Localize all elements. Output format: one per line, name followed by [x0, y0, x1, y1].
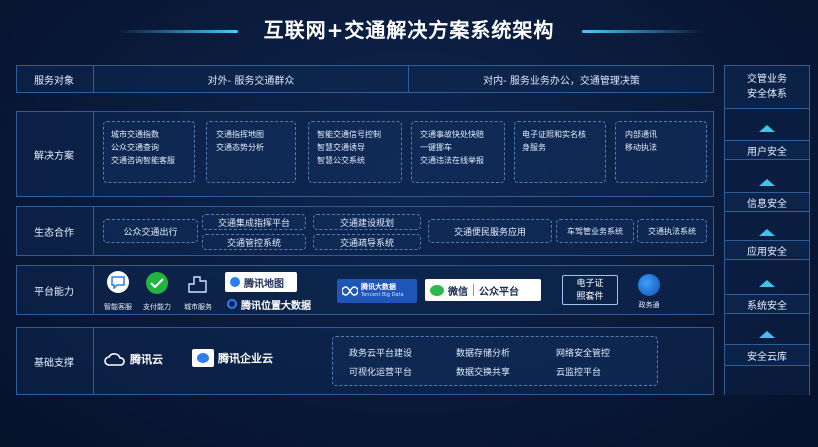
solution-item: 交通指挥地图	[216, 130, 264, 139]
service-internal: 对内- 服务业务办公，交通管理决策	[483, 75, 640, 87]
eco-public-transit: 公众交通出行	[103, 219, 198, 243]
city-service-icon	[186, 271, 210, 295]
solution-item: 交通咨询智能客服	[111, 156, 175, 165]
security-header-line2: 安全体系	[747, 89, 787, 100]
payment-caption: 支付能力	[143, 303, 171, 311]
foundation-divider	[93, 327, 94, 395]
eco-construction-planning: 交通建设规划	[313, 214, 421, 230]
platform-row-label: 平台能力	[34, 286, 74, 298]
arrow-up-icon	[759, 331, 775, 338]
ecosystem-divider	[93, 206, 94, 256]
solution-item: 智慧交通诱导	[317, 143, 365, 152]
foundation-row-label: 基础支撑	[34, 357, 74, 369]
gov-pass-caption: 政务通	[638, 301, 660, 309]
security-item-app: 应用安全	[724, 240, 810, 260]
solution-box-ecert: 电子证照和实名核 身服务	[514, 121, 606, 183]
arrow-up-icon	[759, 179, 775, 186]
tencent-enterprise-cloud-logo: 腾讯企业云	[192, 348, 302, 368]
official-account-label: 公众平台	[479, 286, 519, 298]
city-service-caption: 城市服务	[184, 303, 212, 311]
wechat-label: 微信	[448, 286, 468, 298]
solution-box-public-query: 城市交通指数 公众交通查询 交通咨询智能客服	[103, 121, 195, 183]
eco-convenience-app: 交通便民服务应用	[428, 219, 552, 243]
tencent-map-logo: 腾讯地图	[225, 272, 297, 292]
gov-pass-icon	[638, 274, 660, 296]
infinity-icon	[342, 286, 358, 296]
tencent-bigdata-label: 腾讯大数据	[361, 283, 396, 291]
security-item-cloud-lib: 安全云库	[724, 344, 810, 366]
page-title: 互联网+交通解决方案系统架构	[263, 18, 555, 42]
foundation-service: 数据交换共享	[456, 368, 511, 378]
security-item-system: 系统安全	[724, 294, 810, 314]
platform-divider	[93, 265, 94, 315]
solution-item: 智慧公交系统	[317, 156, 365, 165]
tencent-location-bigdata: 腾讯位置大数据	[227, 297, 337, 312]
tencent-bigdata-en: Tencent Big Data	[361, 292, 404, 298]
solution-item: 交通态势分析	[216, 143, 264, 152]
eco-control-system: 交通管控系统	[202, 234, 306, 250]
ecert-kit-line1: 电子证	[576, 279, 604, 289]
solution-item: 城市交通指数	[111, 130, 159, 139]
security-header: 交管业务 安全体系	[724, 65, 810, 109]
solution-item: 公众交通查询	[111, 143, 159, 152]
solution-item: 智能交通信号控制	[317, 130, 381, 139]
ecert-kit-line2: 照套件	[576, 292, 604, 302]
wechat-separator	[473, 284, 474, 296]
wechat-platform-logo: 微信 公众平台	[425, 279, 541, 301]
foundation-services-box: 政务云平台建设 数据存储分析 网络安全管控 可视化运营平台 数据交换共享 云监控…	[332, 336, 658, 386]
solution-item: 身服务	[522, 143, 546, 152]
arrow-up-icon	[759, 125, 775, 132]
eco-vehicle-mgmt: 车驾管业务系统	[556, 219, 634, 243]
enterprise-cloud-icon	[192, 349, 214, 367]
tencent-location-label: 腾讯位置大数据	[241, 300, 311, 312]
payment-icon	[146, 272, 168, 294]
foundation-service: 网络安全管控	[556, 349, 611, 359]
foundation-service: 数据存储分析	[456, 349, 511, 359]
service-external: 对外- 服务交通群众	[207, 75, 295, 87]
arrow-up-icon	[759, 280, 775, 287]
security-item-info: 信息安全	[724, 192, 810, 212]
solution-item: 移动执法	[625, 143, 657, 152]
tencent-cloud-label: 腾讯云	[130, 353, 163, 366]
solution-row-label: 解决方案	[34, 150, 74, 162]
solution-box-command-map: 交通指挥地图 交通态势分析	[206, 121, 296, 183]
solution-item: 交通违法在线举报	[420, 156, 484, 165]
tencent-enterprise-cloud-label: 腾讯企业云	[218, 352, 273, 365]
solution-item: 电子证照和实名核	[522, 130, 586, 139]
solution-divider	[93, 111, 94, 197]
eco-integrated-command: 交通集成指挥平台	[202, 214, 306, 230]
solution-item: 一键挪车	[420, 143, 452, 152]
ecert-kit-box: 电子证 照套件	[562, 275, 618, 305]
tencent-bigdata-logo: 腾讯大数据 Tencent Big Data	[337, 279, 417, 303]
wechat-icon	[430, 284, 444, 296]
arrow-up-icon	[759, 229, 775, 236]
security-item-user: 用户安全	[724, 140, 810, 160]
smart-service-caption: 智能客服	[104, 303, 132, 311]
location-icon	[227, 299, 237, 309]
smart-service-icon	[107, 271, 129, 293]
tencent-cloud-logo: 腾讯云	[104, 350, 184, 368]
service-row-label: 服务对象	[34, 75, 74, 87]
foundation-service: 政务云平台建设	[349, 349, 413, 359]
solution-box-accident: 交通事故快处快赔 一键挪车 交通违法在线举报	[411, 121, 505, 183]
ecosystem-row-label: 生态合作	[34, 227, 74, 239]
solution-box-smart-signal: 智能交通信号控制 智慧交通诱导 智慧公交系统	[308, 121, 402, 183]
title-decoration-right	[582, 30, 702, 33]
foundation-service: 可视化运营平台	[349, 368, 413, 378]
solution-item: 内部通讯	[625, 130, 657, 139]
security-header-line1: 交管业务	[747, 74, 787, 85]
eco-law-enforcement: 交通执法系统	[637, 219, 707, 243]
eco-guidance-system: 交通疏导系统	[313, 234, 421, 250]
tencent-map-label: 腾讯地图	[244, 278, 284, 290]
cloud-icon	[104, 353, 125, 366]
map-pin-icon	[230, 277, 240, 287]
solution-item: 交通事故快处快赔	[420, 130, 484, 139]
foundation-service: 云监控平台	[556, 368, 602, 378]
solution-box-internal-comm: 内部通讯 移动执法	[615, 121, 707, 183]
